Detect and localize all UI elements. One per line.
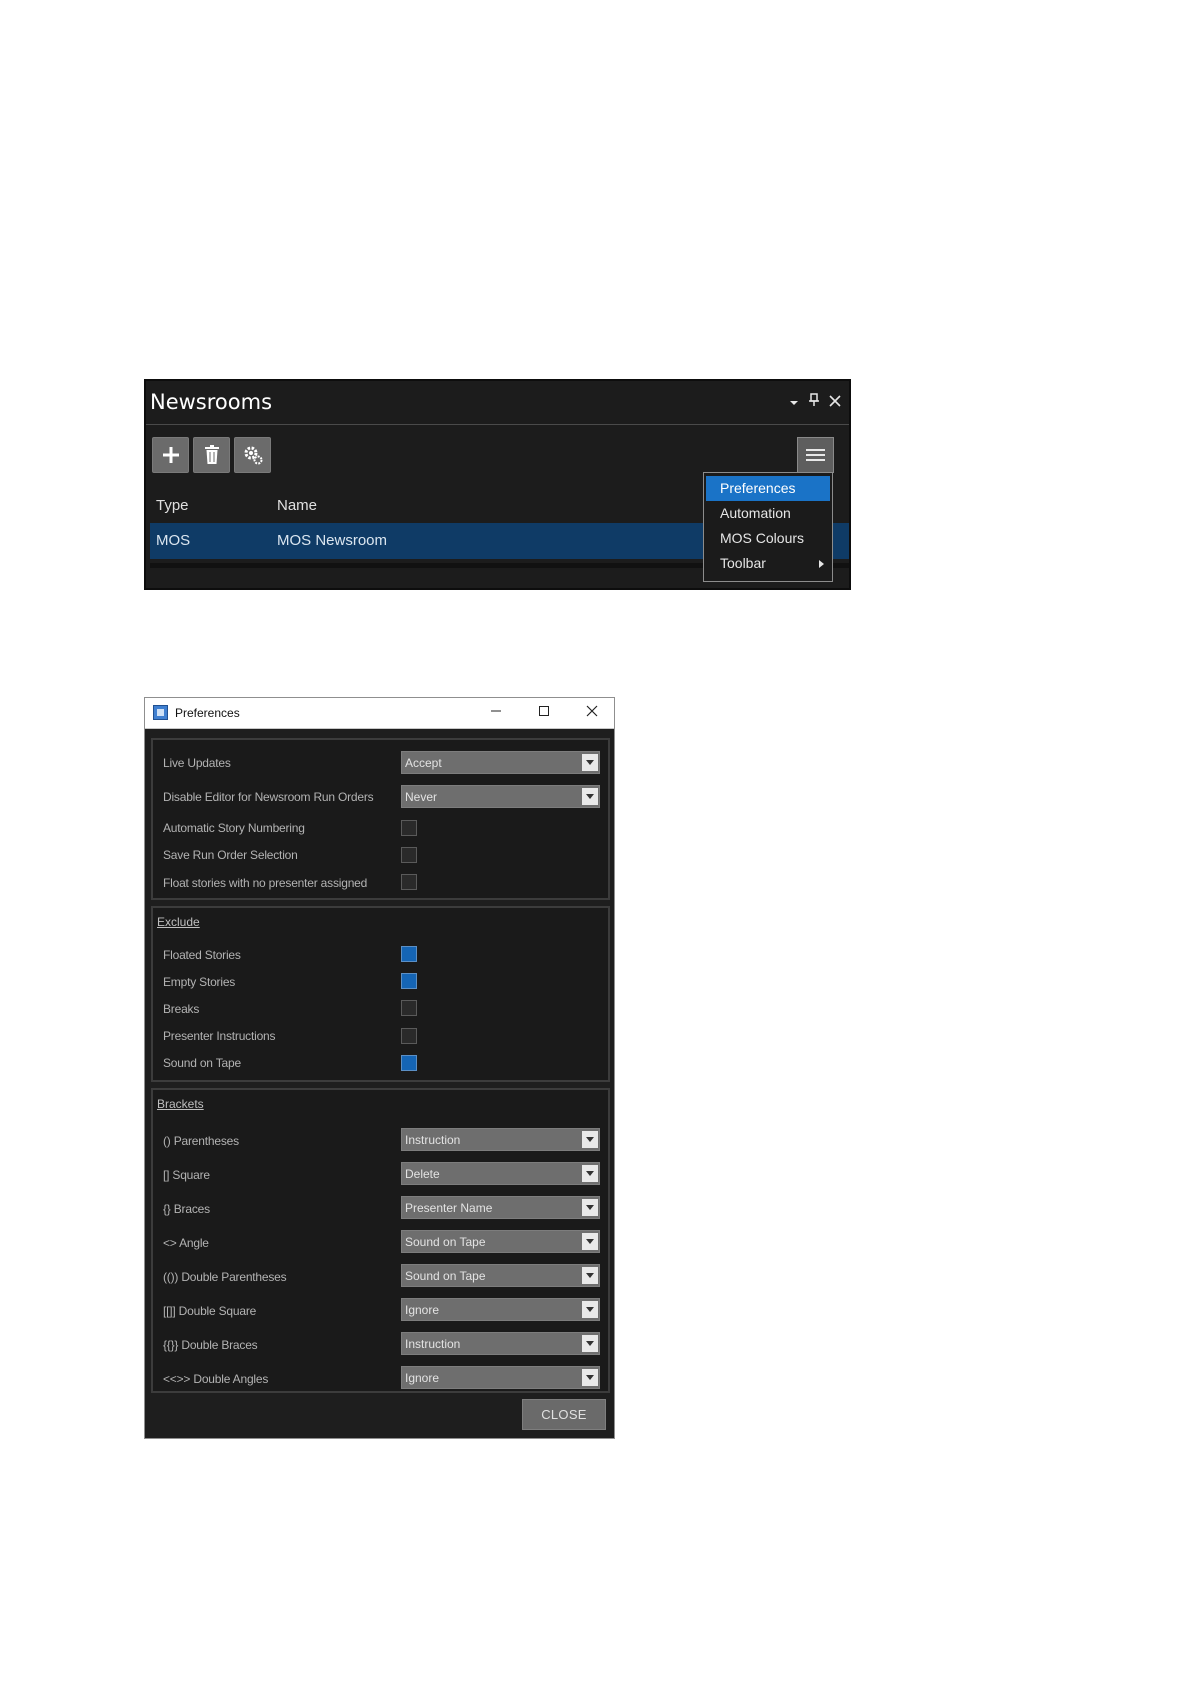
exclude-group: Exclude Floated Stories Empty Stories Br…: [151, 906, 610, 1082]
window-titlebar: Preferences: [145, 698, 614, 729]
add-icon: [162, 447, 179, 463]
double-square-label: [[]] Double Square: [163, 1304, 257, 1318]
panel-window-controls: [789, 393, 841, 410]
double-parentheses-select[interactable]: Sound on Tape: [401, 1264, 600, 1287]
chevron-down-icon[interactable]: [582, 1165, 598, 1182]
square-label: [] Square: [163, 1168, 210, 1182]
floated-stories-label: Floated Stories: [163, 948, 241, 962]
breaks-checkbox[interactable]: [401, 1000, 417, 1016]
chevron-down-icon[interactable]: [582, 788, 598, 805]
floated-stories-checkbox[interactable]: [401, 946, 417, 962]
pin-icon[interactable]: [809, 393, 819, 410]
window-title: Preferences: [175, 706, 240, 720]
row-name: MOS Newsroom: [277, 532, 388, 549]
chevron-down-icon[interactable]: [582, 1131, 598, 1148]
menu-item-toolbar[interactable]: Toolbar: [704, 551, 832, 576]
double-parentheses-value: Sound on Tape: [405, 1269, 486, 1283]
preferences-window: Preferences Live Updates Accept Disable …: [144, 697, 615, 1439]
chevron-down-icon[interactable]: [582, 754, 598, 771]
menu-item-toolbar-label: Toolbar: [720, 555, 766, 571]
chevron-down-icon[interactable]: [582, 1335, 598, 1352]
hamburger-icon-line: [806, 454, 825, 456]
angle-value: Sound on Tape: [405, 1235, 486, 1249]
hamburger-icon: [806, 449, 825, 451]
double-square-value: Ignore: [405, 1303, 440, 1317]
braces-label: {} Braces: [163, 1202, 210, 1216]
brackets-group: Brackets () Parentheses Instruction [] S…: [151, 1088, 610, 1393]
menu-item-preferences[interactable]: Preferences: [706, 476, 830, 501]
delete-icon: [204, 445, 219, 464]
settings-button[interactable]: [234, 437, 271, 473]
double-angles-label: <<>> Double Angles: [163, 1372, 269, 1386]
double-braces-label: {{}} Double Braces: [163, 1338, 258, 1352]
live-updates-label: Live Updates: [163, 756, 231, 770]
menu-item-automation[interactable]: Automation: [704, 501, 832, 526]
square-value: Delete: [405, 1167, 440, 1181]
panel-menu-button[interactable]: [797, 437, 834, 473]
maximize-icon: [539, 706, 549, 716]
disable-editor-select[interactable]: Never: [401, 785, 600, 808]
app-icon: [153, 705, 168, 720]
parentheses-select[interactable]: Instruction: [401, 1128, 600, 1151]
double-parentheses-label: (()) Double Parentheses: [163, 1270, 287, 1284]
live-updates-select[interactable]: Accept: [401, 751, 600, 774]
chevron-down-icon[interactable]: [582, 1199, 598, 1216]
breaks-label: Breaks: [163, 1002, 200, 1016]
double-braces-select[interactable]: Instruction: [401, 1332, 600, 1355]
parentheses-value: Instruction: [405, 1133, 461, 1147]
exclude-group-title: Exclude: [157, 915, 200, 929]
empty-stories-label: Empty Stories: [163, 975, 236, 989]
panel-title: Newsrooms: [150, 390, 273, 414]
general-settings-group: Live Updates Accept Disable Editor for N…: [151, 738, 610, 900]
dropdown-arrow-icon[interactable]: [789, 394, 799, 410]
double-angles-value: Ignore: [405, 1371, 440, 1385]
auto-story-numbering-checkbox[interactable]: [401, 820, 417, 836]
add-button[interactable]: [152, 437, 189, 473]
parentheses-label: () Parentheses: [163, 1134, 239, 1148]
delete-button[interactable]: [193, 437, 230, 473]
minimize-button[interactable]: [486, 703, 506, 723]
window-close-button[interactable]: [582, 703, 602, 723]
chevron-down-icon[interactable]: [582, 1301, 598, 1318]
brackets-group-title: Brackets: [157, 1097, 204, 1111]
close-icon: [586, 705, 598, 717]
double-square-select[interactable]: Ignore: [401, 1298, 600, 1321]
chevron-down-icon[interactable]: [582, 1267, 598, 1284]
close-icon[interactable]: [829, 394, 841, 410]
square-select[interactable]: Delete: [401, 1162, 600, 1185]
maximize-button[interactable]: [534, 703, 554, 723]
empty-stories-checkbox[interactable]: [401, 973, 417, 989]
row-type: MOS: [156, 532, 191, 549]
submenu-arrow-icon: [819, 560, 824, 568]
column-header-name[interactable]: Name: [277, 497, 317, 514]
close-button[interactable]: CLOSE: [522, 1399, 606, 1430]
sound-on-tape-label: Sound on Tape: [163, 1056, 241, 1070]
save-run-order-checkbox[interactable]: [401, 847, 417, 863]
chevron-down-icon[interactable]: [582, 1369, 598, 1386]
presenter-instructions-checkbox[interactable]: [401, 1028, 417, 1044]
float-stories-label: Float stories with no presenter assigned: [163, 876, 368, 890]
disable-editor-value: Never: [405, 790, 438, 804]
sound-on-tape-checkbox[interactable]: [401, 1055, 417, 1071]
panel-header: Newsrooms: [146, 381, 849, 425]
column-header-type[interactable]: Type: [156, 497, 189, 514]
auto-story-numbering-label: Automatic Story Numbering: [163, 821, 305, 835]
settings-icon: [244, 446, 262, 465]
chevron-down-icon[interactable]: [582, 1233, 598, 1250]
hamburger-icon-line: [806, 459, 825, 461]
disable-editor-label: Disable Editor for Newsroom Run Orders: [163, 790, 374, 804]
angle-select[interactable]: Sound on Tape: [401, 1230, 600, 1253]
double-braces-value: Instruction: [405, 1337, 461, 1351]
braces-value: Presenter Name: [405, 1201, 493, 1215]
panel-context-menu: Preferences Automation MOS Colours Toolb…: [703, 472, 833, 582]
menu-item-mos-colours[interactable]: MOS Colours: [704, 526, 832, 551]
save-run-order-label: Save Run Order Selection: [163, 848, 298, 862]
presenter-instructions-label: Presenter Instructions: [163, 1029, 276, 1043]
live-updates-value: Accept: [405, 756, 442, 770]
minimize-icon: [491, 710, 501, 712]
angle-label: <> Angle: [163, 1236, 209, 1250]
double-angles-select[interactable]: Ignore: [401, 1366, 600, 1389]
float-stories-checkbox[interactable]: [401, 874, 417, 890]
braces-select[interactable]: Presenter Name: [401, 1196, 600, 1219]
